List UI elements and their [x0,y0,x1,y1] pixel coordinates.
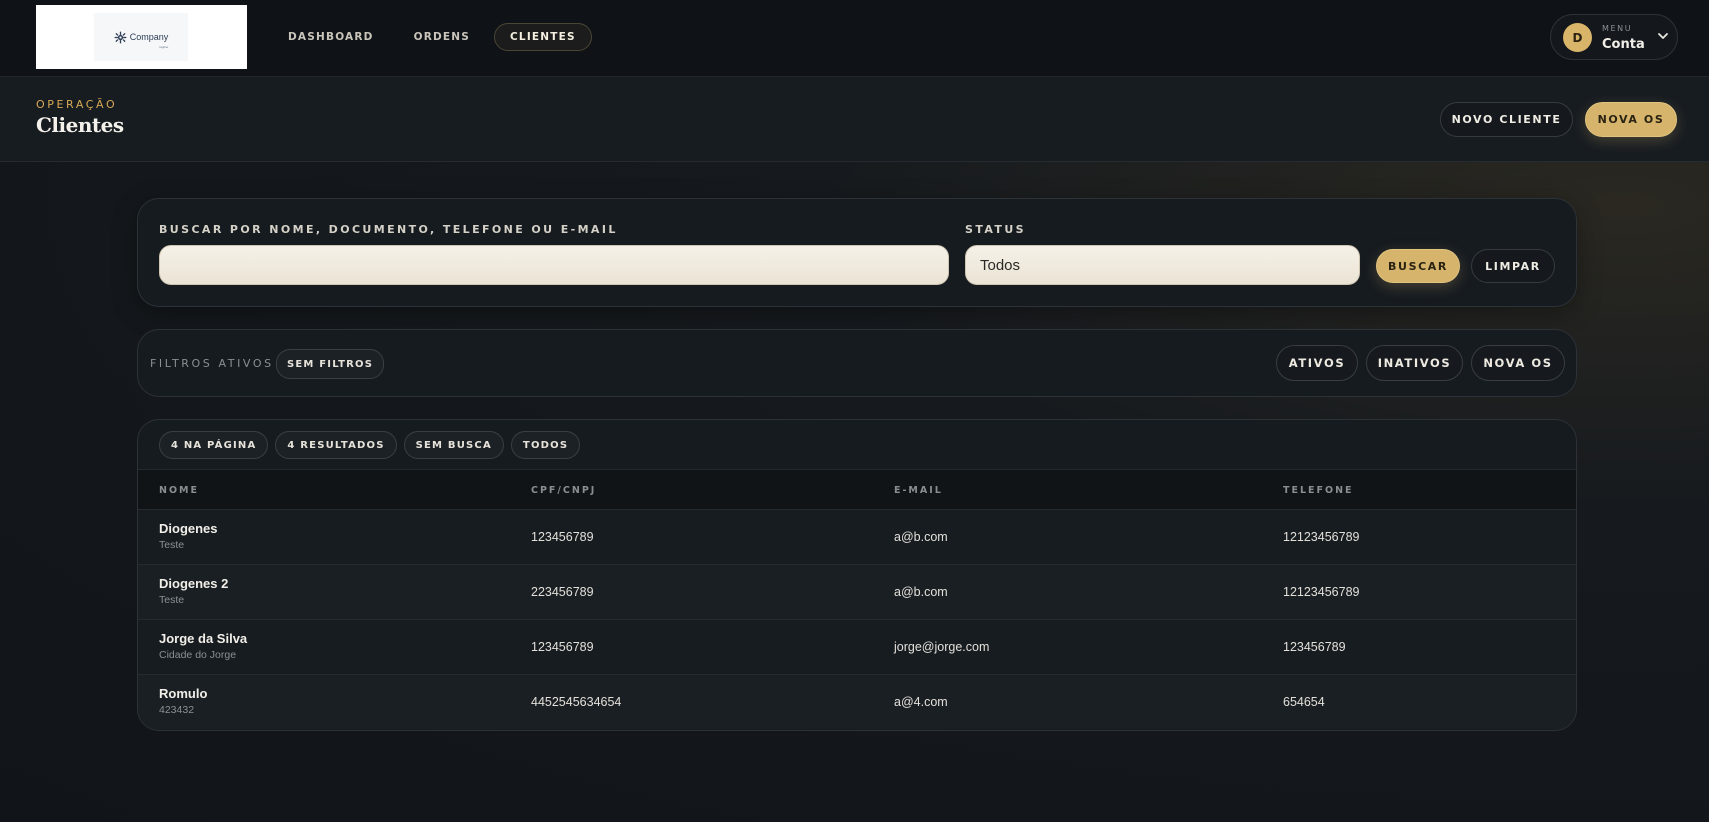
client-note: Cidade do Jorge [159,649,237,661]
main-nav: DASHBOARD ORDENS CLIENTES [272,23,592,51]
table-row[interactable]: Diogenes Teste 123456789 a@b.com 1212345… [138,509,1576,564]
new-os-button[interactable]: NOVA OS [1585,102,1677,137]
column-header-document[interactable]: CPF/CNPJ [531,485,596,496]
company-logo[interactable]: Company tagline [36,5,247,69]
page-header: OPERAÇÃO Clientes NOVO CLIENTE NOVA OS [0,77,1709,162]
filter-nova-os-button[interactable]: NOVA OS [1471,345,1565,381]
client-phone: 12123456789 [1283,530,1360,544]
client-name[interactable]: Romulo [159,686,207,701]
logo-text: Company [129,32,169,42]
table-row[interactable]: Romulo 423432 4452545634654 a@4.com 6546… [138,674,1576,729]
table-row[interactable]: Diogenes 2 Teste 223456789 a@b.com 12123… [138,564,1576,619]
search-input[interactable] [159,245,949,285]
table-row[interactable]: Jorge da Silva Cidade do Jorge 123456789… [138,619,1576,674]
client-document: 123456789 [531,530,594,544]
results-count-chip: 4 RESULTADOS [275,431,397,459]
filter-inativos-button[interactable]: INATIVOS [1366,345,1463,381]
client-phone: 12123456789 [1283,585,1360,599]
column-header-phone[interactable]: TELEFONE [1283,485,1354,496]
chevron-down-icon [1658,33,1668,39]
client-note: 423432 [159,704,195,716]
page-eyebrow: OPERAÇÃO [36,98,118,111]
client-name[interactable]: Diogenes 2 [159,576,228,591]
new-client-button[interactable]: NOVO CLIENTE [1440,102,1573,137]
status-state-chip: TODOS [510,431,581,459]
column-header-name[interactable]: NOME [159,485,199,496]
client-phone: 123456789 [1283,640,1346,654]
search-panel: BUSCAR POR NOME, DOCUMENTO, TELEFONE OU … [137,198,1577,307]
filters-panel: FILTROS ATIVOS SEM FILTROS ATIVOS INATIV… [137,329,1577,397]
client-note: Teste [159,594,185,606]
client-phone: 654654 [1283,695,1325,709]
client-document: 123456789 [531,640,594,654]
results-chips: 4 NA PÁGINA 4 RESULTADOS SEM BUSCA TODOS [159,431,581,459]
nav-dashboard[interactable]: DASHBOARD [272,23,390,51]
logo-subtext: tagline [159,45,169,49]
search-query-label: BUSCAR POR NOME, DOCUMENTO, TELEFONE OU … [159,223,618,236]
results-panel: 4 NA PÁGINA 4 RESULTADOS SEM BUSCA TODOS… [137,419,1577,731]
status-label: STATUS [965,223,1026,236]
account-name: Conta [1602,37,1645,52]
logo-mark: Company tagline [114,25,169,49]
page-title: Clientes [36,113,124,137]
client-document: 4452545634654 [531,695,622,709]
column-header-email[interactable]: E-MAIL [894,485,943,496]
table-header: NOME CPF/CNPJ E-MAIL TELEFONE [138,469,1576,509]
client-name[interactable]: Diogenes [159,521,218,536]
client-document: 223456789 [531,585,594,599]
page-count-chip: 4 NA PÁGINA [159,431,269,459]
clear-button[interactable]: LIMPAR [1471,249,1555,283]
client-email: a@b.com [894,585,948,599]
client-email: jorge@jorge.com [894,640,990,654]
client-email: a@4.com [894,695,948,709]
active-filters-label: FILTROS ATIVOS [150,357,274,370]
client-email: a@b.com [894,530,948,544]
client-note: Teste [159,539,185,551]
status-select[interactable]: Todos [965,245,1360,285]
logo-inner: Company tagline [94,13,188,61]
avatar: D [1563,23,1592,52]
account-menu-button[interactable]: D MENU Conta [1550,14,1678,60]
nav-clientes[interactable]: CLIENTES [494,23,592,51]
nav-ordens[interactable]: ORDENS [398,23,486,51]
filter-ativos-button[interactable]: ATIVOS [1276,345,1358,381]
logo-gear-icon [114,31,127,43]
account-menu-label: MENU [1602,24,1633,33]
search-button[interactable]: BUSCAR [1376,249,1460,283]
no-filters-chip: SEM FILTROS [276,349,385,379]
client-name[interactable]: Jorge da Silva [159,631,247,646]
top-bar: Company tagline DASHBOARD ORDENS CLIENTE… [0,0,1709,77]
search-state-chip: SEM BUSCA [403,431,504,459]
